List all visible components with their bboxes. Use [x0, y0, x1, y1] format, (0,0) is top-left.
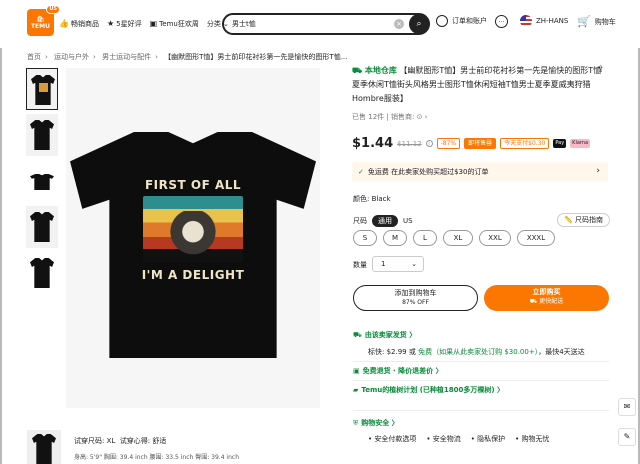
breadcrumb-mens-sports[interactable]: 男士运动与配件: [102, 53, 151, 61]
safe-item: • 安全付款选项: [368, 435, 417, 443]
cart-label: 购物车: [594, 17, 616, 26]
share-icon[interactable]: ⇪: [597, 65, 605, 75]
safe-shopping-list: • 安全付款选项 • 安全物流 • 隐私保护 • 购物无忧: [368, 434, 549, 444]
review-photo[interactable]: [27, 430, 61, 464]
user-icon: [436, 15, 448, 27]
search-box[interactable]: 男士t恤 × ⌕: [222, 13, 430, 35]
standard-shipping: 标快: $2.99 或 免费（如果从此卖家处订购 $30.00+），最快4天送达: [368, 348, 585, 356]
breadcrumb: 首页 › 运动与户外 › 男士运动与配件 › 【幽默图形T恤】男士前印花衬衫第一先是愉…: [27, 53, 348, 61]
search-input[interactable]: 男士t恤: [232, 19, 256, 29]
possum-art: [166, 211, 220, 257]
size-option-s[interactable]: S: [353, 230, 377, 246]
size-header: 尺码 通用 US: [353, 215, 413, 227]
nav-five-star[interactable]: ★ 5星好评: [107, 19, 142, 29]
add-to-cart-button[interactable]: 添加到购物车 87% OFF: [353, 285, 478, 311]
thumbnail-5[interactable]: [26, 252, 58, 294]
support-button[interactable]: …: [495, 15, 508, 28]
quantity-select[interactable]: 1 ⌄: [372, 256, 424, 272]
review-measurements: 身高: 5'9" 胸围: 39.4 inch 腰围: 33.5 inch 臀围:…: [74, 454, 239, 461]
tag-icon: ▣: [149, 19, 158, 28]
size-option-m[interactable]: M: [383, 230, 407, 246]
size-option-xl[interactable]: XL: [443, 230, 473, 246]
info-icon[interactable]: i: [425, 140, 433, 147]
seller-icon[interactable]: ⊙ ›: [417, 113, 428, 121]
safe-shopping-link[interactable]: ⛨ 购物安全 〉: [353, 418, 399, 428]
feedback-float-icon[interactable]: ✎: [618, 428, 636, 446]
thumbnail-3[interactable]: [26, 160, 58, 202]
size-options: S M L XL XXL XXXL: [353, 230, 555, 246]
safe-item: • 购物无忧: [515, 435, 550, 443]
return-icon: ▣: [353, 367, 360, 375]
language-label: ZH-HANS: [536, 17, 569, 25]
safe-item: • 隐私保护: [470, 435, 506, 443]
pay-today-badge: 今天支付$0.30: [500, 138, 550, 149]
discount-badge: -87%: [436, 138, 461, 149]
color-selector: 颜色: Black: [353, 195, 391, 203]
site-header: 🛍 TEMU US 👍 畅销商品 ★ 5星好评 ▣ Temu狂欢周 分类 ⌄ 男士t恤 …: [0, 0, 640, 48]
breadcrumb-sports[interactable]: 运动与户外: [54, 53, 89, 61]
shield-icon: ⛨: [353, 419, 359, 427]
size-option-xxl[interactable]: XXL: [479, 230, 511, 246]
safe-item: • 安全物流: [426, 435, 461, 443]
current-price: $1.44: [352, 136, 394, 151]
top-nav: 👍 畅销商品 ★ 5星好评 ▣ Temu狂欢周 分类 ⌄: [59, 19, 229, 29]
thumbnail-strip: [26, 68, 58, 298]
temu-logo[interactable]: 🛍 TEMU US: [27, 5, 60, 36]
clear-icon[interactable]: ×: [394, 19, 404, 29]
product-title: ⛟ 本地仓库 【幽默图形T恤】男士前印花衬衫第一先是愉快的图形T恤夏季休闲T恤街…: [352, 66, 602, 103]
thumbnail-2[interactable]: [26, 114, 58, 156]
check-icon: ✓: [358, 168, 364, 176]
local-warehouse-badge: ⛟ 本地仓库: [352, 66, 397, 75]
size-option-l[interactable]: L: [413, 230, 437, 246]
free-returns-link[interactable]: ▣ 免费退货 · 降价退差价 〉: [353, 366, 443, 376]
price-row: $1.44 $11.12 i -87% 即将售罄 今天支付$0.30 Pay K…: [352, 136, 591, 151]
thumbs-up-icon: 👍: [59, 19, 69, 28]
divider: [353, 380, 609, 381]
tree-planting-link[interactable]: ▰ Temu的植树计划 (已种植1800多万棵树) 〉: [353, 385, 504, 395]
search-button[interactable]: ⌕: [409, 14, 429, 34]
sold-info: 已售 12件 | 销售商: ⊙ ›: [352, 113, 428, 121]
size-system-us[interactable]: US: [403, 217, 413, 225]
language-selector[interactable]: ZH-HANS: [520, 15, 568, 27]
thumbnail-4[interactable]: [26, 206, 58, 248]
flash-badge: 即将售罄: [464, 138, 497, 149]
product-main-image[interactable]: FIRST OF ALL I'M A DELIGHT: [66, 68, 320, 408]
divider: [353, 410, 609, 411]
us-flag-icon: [520, 15, 532, 27]
free-shipping-banner[interactable]: ✓ 免运费 在此卖家处购买超过$30的订单 ›: [352, 162, 608, 182]
account-label: 订单和账户: [452, 17, 487, 25]
seller-shipping-link[interactable]: ⛟ 由该卖家发货 〉: [353, 330, 416, 340]
nav-festival[interactable]: ▣ Temu狂欢周: [150, 19, 199, 29]
chat-icon: …: [495, 15, 508, 28]
size-option-xxxl[interactable]: XXXL: [517, 230, 555, 246]
klarna-icon: Klarna: [570, 139, 591, 148]
chat-float-icon[interactable]: ✉: [618, 398, 636, 416]
product-info: ⛟ 本地仓库 【幽默图形T恤】男士前印花衬衫第一先是愉快的图形T恤夏季休闲T恤街…: [352, 64, 608, 122]
print-text-line1: FIRST OF ALL: [144, 178, 242, 192]
account-menu[interactable]: 订单和账户: [436, 15, 487, 27]
size-system-universal[interactable]: 通用: [372, 215, 398, 227]
original-price: $11.12: [397, 139, 422, 148]
nav-bestsellers[interactable]: 👍 畅销商品: [59, 19, 99, 29]
buy-now-button[interactable]: 立即购买 ⛟ 更快配送: [484, 285, 609, 311]
thumbnail-1[interactable]: [26, 68, 58, 110]
breadcrumb-home[interactable]: 首页: [27, 53, 41, 61]
divider: [353, 361, 609, 362]
size-guide-button[interactable]: 📏 尺码指南: [557, 213, 610, 227]
truck-icon: ⛟: [353, 331, 362, 339]
chevron-right-icon: ›: [596, 166, 600, 176]
tree-icon: ▰: [353, 386, 359, 394]
quantity-label: 数量: [353, 261, 367, 269]
star-icon: ★: [106, 19, 115, 28]
chevron-down-icon: ⌄: [411, 260, 417, 268]
free-shipping-text: 免运费 在此卖家处购买超过$30的订单: [367, 168, 489, 176]
print-text-line2: I'M A DELIGHT: [141, 268, 245, 282]
review-fit: 试穿尺码: XL 试穿心得: 舒适: [74, 437, 167, 445]
region-badge: US: [46, 5, 60, 14]
apple-pay-icon: Pay: [553, 139, 567, 148]
cart-icon: 🛒: [577, 15, 591, 28]
cart-button[interactable]: 🛒 购物车: [577, 15, 616, 28]
breadcrumb-current: 【幽默图形T恤】男士前印花衬衫第一先是愉快的图形T恤...: [164, 53, 348, 61]
